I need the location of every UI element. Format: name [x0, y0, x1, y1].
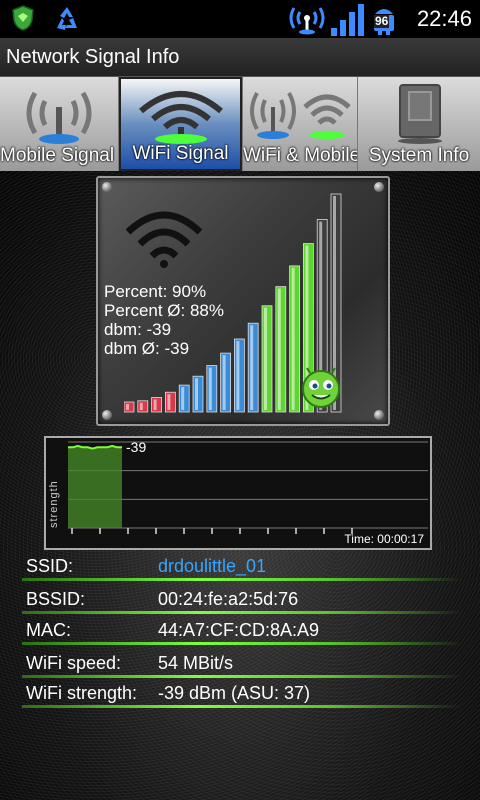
- info-row-bssid: BSSID: 00:24:fe:a2:5d:76: [22, 586, 462, 614]
- row-underline: [22, 611, 462, 614]
- android-battery-icon: 96: [370, 4, 398, 36]
- signal-bar-shine: [167, 394, 171, 410]
- mac-label: MAC:: [26, 620, 71, 640]
- tab-label: System Info: [368, 145, 470, 166]
- chart-value-label: -39: [126, 439, 147, 455]
- tab-system-info[interactable]: System Info: [358, 77, 480, 171]
- signal-bar-shine: [208, 367, 212, 410]
- wifi-strength-label: WiFi strength:: [26, 683, 138, 703]
- wifi-speed-value: 54 MBit/s: [158, 653, 234, 673]
- wifi-speed-label: WiFi speed:: [26, 653, 122, 673]
- wifi-icon: [139, 91, 223, 144]
- signal-bars-icon: [331, 4, 364, 36]
- row-underline: [22, 642, 462, 645]
- phone-icon: [398, 84, 442, 144]
- tab-bar: Mobile Signal WiFi Signal WiFi & Mobile: [0, 77, 480, 171]
- signal-bar-shine: [236, 340, 240, 410]
- row-underline: [22, 578, 462, 581]
- signal-bar: [137, 400, 149, 413]
- signal-bar-shine: [153, 399, 157, 410]
- battery-level: 96: [374, 14, 390, 28]
- screw: [102, 410, 112, 420]
- info-row-wifi-strength: WiFi strength: -39 dBm (ASU: 37): [22, 680, 462, 708]
- wifi-strength-value: -39 dBm (ASU: 37): [158, 683, 311, 703]
- screw: [102, 182, 112, 192]
- signal-panel: Percent: 90% Percent Ø: 88% dbm: -39 dbm…: [96, 176, 390, 426]
- android-mascot-icon: [302, 367, 340, 408]
- row-underline: [22, 675, 462, 678]
- chart-area: [68, 445, 122, 528]
- tab-label: WiFi Signal: [132, 143, 229, 164]
- signal-strength-chart: strength -39 Time: 00:00:17: [44, 436, 432, 550]
- app-title: Network Signal Info: [6, 46, 180, 68]
- signal-bar-shine: [139, 402, 143, 410]
- status-bar: 96 22:46: [0, 0, 480, 38]
- chart-time-label: Time: 00:00:17: [344, 532, 424, 546]
- tab-label: Mobile Signal: [0, 145, 115, 166]
- signal-bar-shine: [277, 288, 281, 410]
- shield-icon: [12, 5, 34, 31]
- signal-bar-shine: [181, 387, 185, 410]
- tab-wifi-signal[interactable]: WiFi Signal: [119, 77, 242, 171]
- antenna-wifi-icon: [250, 92, 351, 139]
- signal-bar: [247, 322, 259, 413]
- signal-bar: [151, 397, 163, 413]
- mac-value: 44:A7:CF:CD:8A:A9: [158, 620, 320, 640]
- antenna-icon: [26, 91, 92, 144]
- info-row-wifi-speed: WiFi speed: 54 MBit/s: [22, 650, 462, 678]
- signal-bar-shine: [264, 307, 267, 410]
- recycle-icon: [57, 7, 77, 30]
- clock: 22:46: [416, 6, 472, 31]
- signal-bar: [220, 352, 231, 413]
- signal-bar-shine: [222, 355, 226, 410]
- ssid-label: SSID:: [26, 556, 74, 576]
- antenna-icon: [289, 7, 325, 35]
- title-bar: Network Signal Info: [0, 38, 480, 77]
- bssid-label: BSSID:: [26, 589, 86, 609]
- ssid-value[interactable]: drdoulittle_01: [158, 556, 266, 577]
- bssid-value: 00:24:fe:a2:5d:76: [158, 589, 299, 609]
- screw: [374, 410, 384, 420]
- chart-y-label: strength: [48, 480, 60, 528]
- signal-bar-shine: [126, 404, 129, 410]
- tab-label: WiFi & Mobile: [243, 145, 357, 166]
- tab-mobile-signal[interactable]: Mobile Signal: [0, 77, 118, 171]
- signal-bar-shine: [291, 267, 295, 410]
- info-row-mac: MAC: 44:A7:CF:CD:8A:A9: [22, 617, 462, 645]
- signal-bar-shine: [195, 378, 198, 410]
- row-underline: [22, 705, 462, 708]
- signal-bar-shine: [250, 325, 254, 410]
- tab-wifi-mobile[interactable]: WiFi & Mobile: [243, 77, 357, 171]
- screw: [374, 182, 384, 192]
- info-row-ssid: SSID: drdoulittle_01: [22, 553, 462, 581]
